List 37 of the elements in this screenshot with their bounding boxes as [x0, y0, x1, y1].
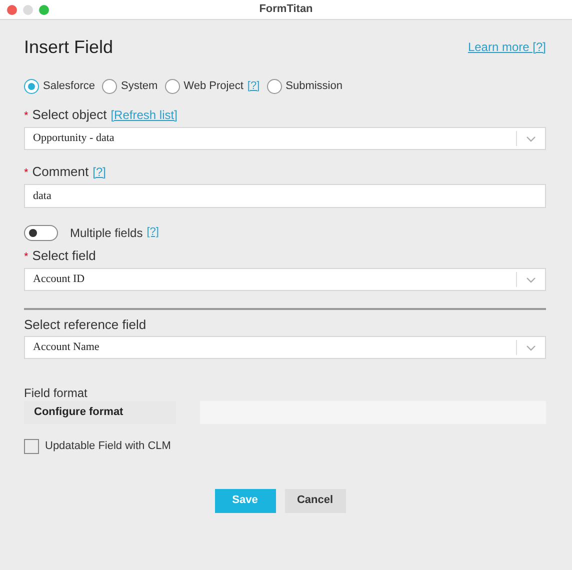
maximize-icon[interactable]	[39, 5, 49, 15]
required-asterisk: *	[24, 166, 28, 181]
select-value: Opportunity - data	[32, 131, 116, 146]
radio-button[interactable]	[102, 78, 117, 94]
radio-label: System	[120, 78, 158, 94]
radio-label: Submission	[286, 78, 342, 94]
required-asterisk: *	[24, 250, 28, 265]
checkbox[interactable]	[24, 438, 39, 454]
configure-format-button[interactable]: Configure format	[24, 401, 176, 424]
field-label: Select reference field	[24, 317, 146, 333]
required-asterisk: *	[24, 109, 28, 124]
select-field[interactable]: Account ID	[24, 268, 546, 291]
comment-field[interactable]: data	[24, 184, 546, 208]
radio-button[interactable]	[266, 78, 282, 94]
radio-button[interactable]	[24, 78, 39, 94]
toggle-label: Multiple fields	[70, 224, 143, 242]
window-title: FormTitan	[259, 2, 313, 18]
select-value: Account Name	[32, 340, 100, 356]
select-value: Account ID	[32, 272, 86, 288]
close-icon[interactable]	[7, 5, 17, 15]
chevron-down-icon	[526, 344, 536, 350]
field-label: Select object	[32, 107, 107, 123]
radio-label: Salesforce	[43, 78, 95, 94]
select-field[interactable]: Account Name	[24, 336, 546, 359]
cancel-button[interactable]: Cancel	[284, 488, 346, 512]
dialog-title: Insert Field	[24, 36, 114, 59]
radio-button[interactable]	[164, 78, 180, 94]
toggle-switch[interactable]	[24, 224, 58, 240]
chevron-down-icon	[526, 136, 536, 142]
select-field[interactable]: Opportunity - data	[24, 127, 546, 150]
field-label: Select field	[32, 248, 96, 264]
comment-value: data	[33, 188, 52, 204]
chevron-down-icon	[526, 276, 536, 282]
field-label: Comment	[32, 164, 89, 180]
section-label: Field format	[24, 385, 88, 401]
radio-label: Web Project	[184, 78, 244, 94]
checkbox-label: Updatable Field with CLM	[45, 439, 171, 454]
